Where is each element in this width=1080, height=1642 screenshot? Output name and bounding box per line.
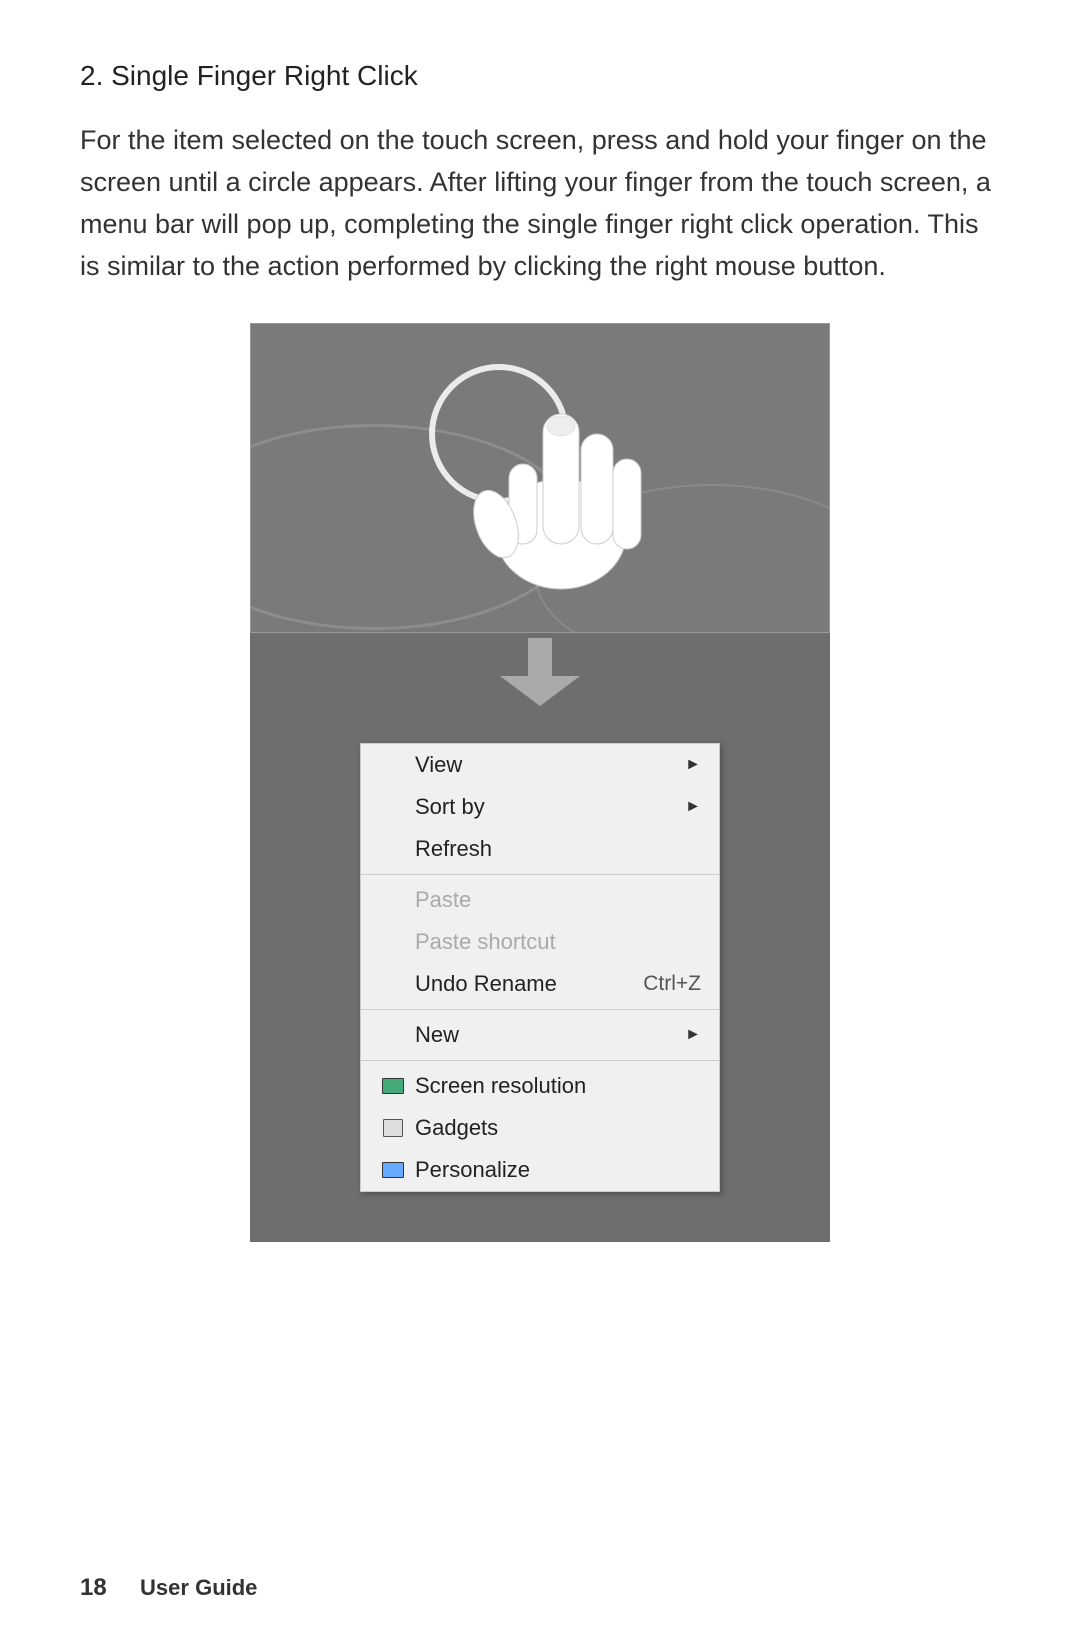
context-menu: View ► Sort by ► Refresh [360,743,720,1192]
menu-item-label-sort-by: Sort by [415,794,675,820]
menu-arrow-view: ► [685,756,701,774]
menu-item-label-undo-rename: Undo Rename [415,971,623,997]
menu-separator-2 [361,1009,719,1010]
menu-item-paste-shortcut: Paste shortcut [361,921,719,963]
menu-item-screen-resolution[interactable]: Screen resolution [361,1065,719,1107]
footer-page-number: 18 [80,1574,107,1601]
page-footer: 18 User Guide [80,1574,257,1602]
section-heading: 2. Single Finger Right Click [80,60,1000,92]
menu-item-icon-sort-by [379,797,407,817]
screen-resolution-icon [379,1076,407,1096]
arrow-connector [250,633,830,713]
menu-item-refresh[interactable]: Refresh [361,828,719,870]
menu-arrow-sort-by: ► [685,798,701,816]
menu-item-icon-paste-shortcut [379,932,407,952]
hand-svg [461,354,661,601]
menu-item-gadgets[interactable]: Gadgets [361,1107,719,1149]
menu-item-icon-view [379,755,407,775]
gadgets-icon [379,1118,407,1138]
menu-item-icon-paste [379,890,407,910]
menu-item-sort-by[interactable]: Sort by ► [361,786,719,828]
menu-separator-3 [361,1060,719,1061]
menu-item-label-paste: Paste [415,887,701,913]
finger-touch-image [250,323,830,633]
description-text: For the item selected on the touch scree… [80,120,1000,287]
menu-item-icon-new [379,1025,407,1045]
menu-separator-1 [361,874,719,875]
page-content: 2. Single Finger Right Click For the ite… [0,0,1080,1322]
menu-item-paste: Paste [361,879,719,921]
menu-arrow-new: ► [685,1026,701,1044]
context-menu-area: View ► Sort by ► Refresh [250,713,830,1242]
menu-item-personalize[interactable]: Personalize [361,1149,719,1191]
menu-item-label-view: View [415,752,675,778]
menu-item-view[interactable]: View ► [361,744,719,786]
menu-item-label-gadgets: Gadgets [415,1115,701,1141]
menu-item-new[interactable]: New ► [361,1014,719,1056]
personalize-icon [379,1160,407,1180]
menu-item-label-paste-shortcut: Paste shortcut [415,929,701,955]
menu-item-undo-rename[interactable]: Undo Rename Ctrl+Z [361,963,719,1005]
footer-label: User Guide [140,1575,257,1600]
menu-item-shortcut-undo-rename: Ctrl+Z [643,972,701,996]
menu-item-label-new: New [415,1022,675,1048]
menu-item-label-personalize: Personalize [415,1157,701,1183]
illustration-wrapper: View ► Sort by ► Refresh [250,323,830,1242]
menu-item-icon-undo-rename [379,974,407,994]
menu-item-label-screen-resolution: Screen resolution [415,1073,701,1099]
menu-item-icon-refresh [379,839,407,859]
menu-item-label-refresh: Refresh [415,836,701,862]
